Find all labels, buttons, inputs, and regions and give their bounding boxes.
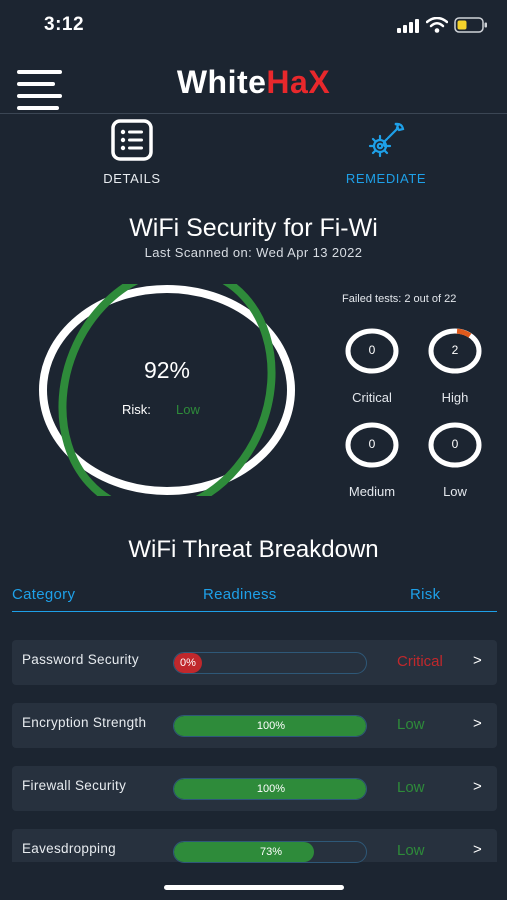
- threat-row[interactable]: Eavesdropping 73% Low >: [12, 829, 497, 863]
- signal-icon: [397, 19, 419, 33]
- chevron-right-icon[interactable]: >: [473, 715, 482, 732]
- last-scanned-text: Last Scanned on: Wed Apr 13 2022: [144, 245, 363, 260]
- severity-critical: 0 Critical: [342, 327, 402, 405]
- status-time: 3:12: [44, 14, 85, 35]
- tab-details-label: DETAILS: [103, 171, 161, 186]
- severity-low: 0 Low: [425, 421, 485, 499]
- threat-row[interactable]: Firewall Security 100% Low >: [12, 766, 497, 811]
- scan-title: WiFi Security for Fi-Wi: [129, 214, 378, 242]
- tab-remediate[interactable]: REMEDIATE: [316, 118, 456, 190]
- tab-remediate-label: REMEDIATE: [345, 171, 427, 186]
- readiness-bar: 100%: [173, 715, 367, 737]
- chevron-right-icon[interactable]: >: [473, 778, 482, 795]
- risk-label: Risk:: [122, 402, 151, 417]
- security-score-value: 92%: [143, 357, 191, 383]
- threat-row-risk: Low: [397, 779, 425, 796]
- column-divider: [12, 611, 497, 612]
- tab-details[interactable]: DETAILS: [62, 118, 202, 190]
- threat-row[interactable]: Password Security 0% Critical >: [12, 640, 497, 685]
- threat-row-name: Eavesdropping: [22, 841, 116, 856]
- wifi-icon: [426, 17, 448, 33]
- severity-high-label: High: [441, 390, 469, 405]
- battery-icon: [454, 17, 487, 33]
- threat-row-name: Password Security: [22, 652, 139, 667]
- readiness-value: 100%: [256, 783, 286, 795]
- breakdown-title: WiFi Threat Breakdown: [128, 536, 379, 563]
- security-score-gauge: 92% Risk: Low: [38, 284, 296, 496]
- chevron-right-icon[interactable]: >: [473, 652, 482, 669]
- severity-medium-count: 0: [368, 437, 376, 451]
- readiness-value: 0%: [180, 657, 196, 669]
- app-logo: WhiteHaX: [176, 64, 331, 100]
- threat-row[interactable]: Encryption Strength 100% Low >: [12, 703, 497, 748]
- column-header-risk[interactable]: Risk: [410, 586, 440, 603]
- status-bar: 3:12: [0, 0, 507, 52]
- severity-medium: 0 Medium: [342, 421, 402, 499]
- readiness-bar: 100%: [173, 778, 367, 800]
- severity-critical-label: Critical: [352, 390, 392, 405]
- header-divider: [0, 113, 507, 114]
- app-screen: 3:12 WhiteHaX DETAILS REMEDIATE WiFi Sec…: [0, 0, 507, 900]
- severity-low-label: Low: [443, 484, 467, 499]
- readiness-value: 100%: [256, 720, 286, 732]
- score-ring: [39, 284, 295, 496]
- severity-high: 2 High: [425, 327, 485, 405]
- severity-medium-label: Medium: [348, 484, 396, 499]
- app-header: WhiteHaX: [0, 52, 507, 114]
- risk-value: Low: [176, 402, 200, 417]
- threat-row-risk: Low: [397, 842, 425, 859]
- threat-row-name: Encryption Strength: [22, 715, 147, 730]
- threat-row-risk: Critical: [397, 653, 443, 670]
- readiness-bar: 0%: [173, 652, 367, 674]
- severity-high-count: 2: [451, 343, 459, 357]
- threat-row-risk: Low: [397, 716, 425, 733]
- severity-critical-count: 0: [368, 343, 376, 357]
- column-header-category[interactable]: Category: [12, 586, 75, 603]
- severity-low-count: 0: [451, 437, 459, 451]
- chevron-right-icon[interactable]: >: [473, 841, 482, 858]
- failed-tests-text: Failed tests: 2 out of 22: [342, 293, 457, 305]
- readiness-bar: 73%: [173, 841, 367, 863]
- readiness-value: 73%: [259, 846, 283, 858]
- home-indicator[interactable]: [164, 885, 344, 890]
- gear-wrench-icon: [368, 122, 405, 158]
- list-document-icon: [111, 119, 153, 161]
- column-header-readiness[interactable]: Readiness: [203, 586, 277, 603]
- threat-row-name: Firewall Security: [22, 778, 127, 793]
